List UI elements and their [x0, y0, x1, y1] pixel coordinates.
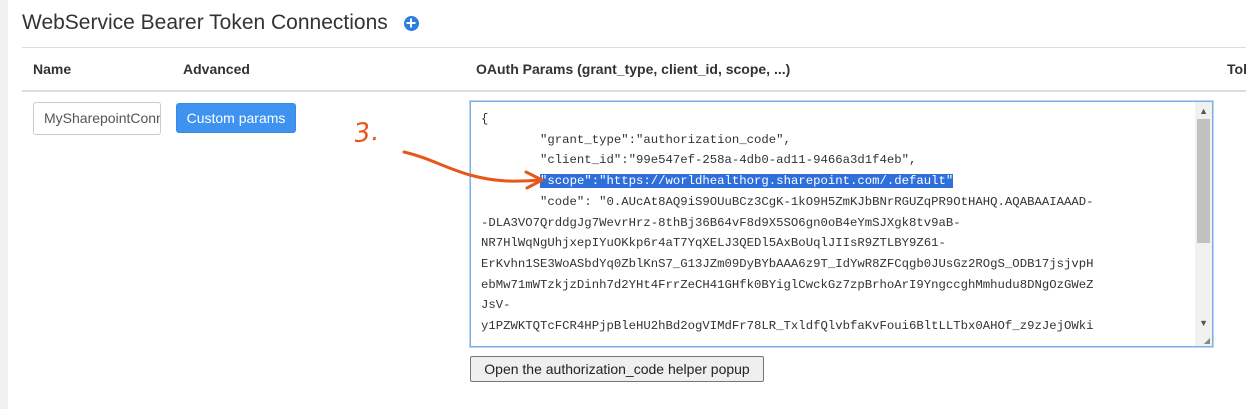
annotation-arrow-icon: [402, 150, 544, 190]
